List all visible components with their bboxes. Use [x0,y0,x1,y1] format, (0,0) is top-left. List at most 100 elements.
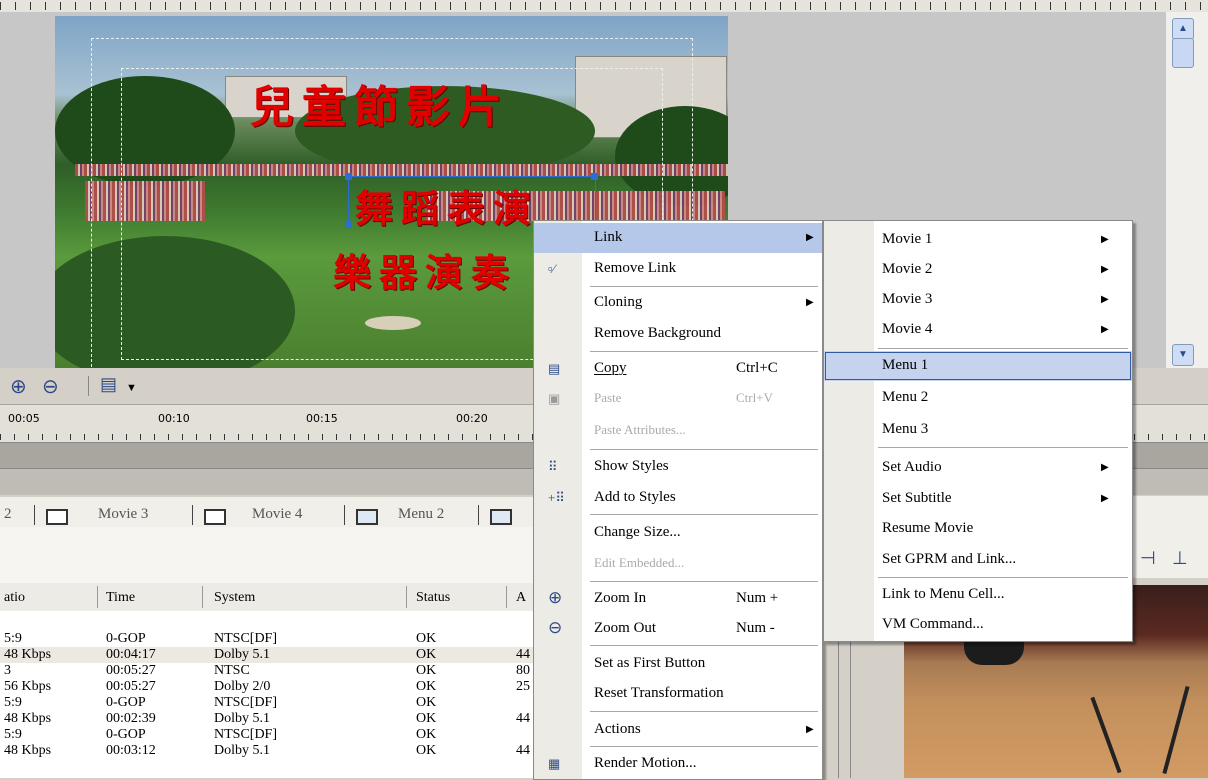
column-header-time[interactable]: Time [106,590,135,606]
column-divider[interactable] [202,586,203,608]
menu-item-remove-background[interactable]: Remove Background [534,319,822,349]
submenu-item-link-to-menu-cell[interactable]: Link to Menu Cell... [824,580,1132,610]
column-header-system[interactable]: System [214,590,255,606]
column-divider[interactable] [406,586,407,608]
menu-shortcut: Ctrl+V [736,390,773,405]
menu-item-label: Menu 2 [882,389,929,405]
table-row[interactable]: 5:9 0-GOP NTSC[DF] OK [0,695,560,711]
title-text[interactable]: 兒童節影片 [250,71,510,135]
menu-item-zoom-out[interactable]: ⊖ Zoom Out Num - [534,614,822,644]
menu-item-label: Set GPRM and Link... [882,551,1017,567]
submenu-item-menu-2[interactable]: Menu 2 [824,383,1132,413]
submenu-item-menu-1[interactable]: Menu 1 [824,351,1132,381]
menu-item-label: Movie 4 [882,321,933,337]
cell-status: OK [416,711,437,726]
menu-item-render-motion[interactable]: ▦ Render Motion... [534,749,822,779]
submenu-item-vm-command[interactable]: VM Command... [824,610,1132,640]
resize-handle[interactable] [345,221,352,228]
menu-item-change-size[interactable]: Change Size... [534,518,822,548]
table-row[interactable]: 5:9 0-GOP NTSC[DF] OK [0,727,560,743]
cell-time: 00:04:17 [106,647,156,662]
scroll-down-icon[interactable]: ▼ [1172,344,1194,366]
menu-item-cloning[interactable]: Cloning ▶ [534,288,822,318]
menu-item-label: Zoom Out [594,620,657,636]
menu-shortcut: Num + [736,590,779,606]
cell-time: 00:02:39 [106,711,156,726]
menu-item-show-styles[interactable]: ⠿ Show Styles [534,452,822,482]
menu-item-add-to-styles[interactable]: +⠿ Add to Styles [534,483,822,513]
button-text-instrument[interactable]: 樂器演奏 [333,242,517,297]
column-divider[interactable] [97,586,98,608]
menu-item-label: Link [594,229,623,245]
cell-status: OK [416,743,437,758]
tab-movie-4[interactable]: Movie 4 [252,506,302,523]
menu-item-label: Show Styles [594,458,669,474]
align-icon[interactable]: ⊣ [1140,548,1156,569]
scroll-thumb[interactable] [1172,38,1194,68]
menu-item-label: Remove Background [594,325,722,341]
cell-status: OK [416,631,437,646]
submenu-item-set-audio[interactable]: Set Audio ▶ [824,453,1132,483]
button-text-dance[interactable]: 舞蹈表演 [355,178,539,233]
column-header-a[interactable]: A [516,590,526,606]
submenu-item-set-subtitle[interactable]: Set Subtitle ▶ [824,484,1132,514]
cell-status: OK [416,727,437,742]
menu-item-copy[interactable]: ▤ Copy Ctrl+C [534,354,822,384]
chevron-down-icon[interactable]: ▼ [126,382,137,394]
table-row[interactable]: 48 Kbps 00:03:12 Dolby 5.1 OK 44 [0,743,560,759]
submenu-item-movie-1[interactable]: Movie 1 ▶ [824,225,1132,255]
table-row[interactable]: 3 00:05:27 NTSC OK 80 [0,663,560,679]
column-header-status[interactable]: Status [416,590,450,606]
zoom-out-icon[interactable]: ⊖ [42,374,59,399]
submenu-item-movie-4[interactable]: Movie 4 ▶ [824,315,1132,345]
menu-separator [590,711,818,712]
tab-movie-3[interactable]: Movie 3 [98,506,148,523]
menu-item-paste[interactable]: ▣ Paste Ctrl+V [534,384,822,414]
table-row[interactable]: 5:9 0-GOP NTSC[DF] OK [0,631,560,647]
menu-item-label: Actions [594,721,641,737]
distribute-icon[interactable]: ⊥ [1172,548,1188,569]
submenu-item-movie-2[interactable]: Movie 2 ▶ [824,255,1132,285]
table-row[interactable]: 48 Kbps 00:04:17 Dolby 5.1 OK 44 [0,647,560,663]
cell-ratio: 48 Kbps [4,711,52,726]
tab-partial[interactable]: 2 [4,506,12,523]
menu-item-edit-embedded[interactable]: Edit Embedded... [534,549,822,579]
table-row[interactable]: 48 Kbps 00:02:39 Dolby 5.1 OK 44 [0,711,560,727]
resize-handle[interactable] [591,173,598,180]
menu-item-zoom-in[interactable]: ⊕ Zoom In Num + [534,584,822,614]
submenu-arrow-icon: ▶ [806,724,814,735]
column-header-ratio[interactable]: atio [4,590,25,606]
submenu-arrow-icon: ▶ [1101,264,1109,275]
cell-system: NTSC[DF] [214,631,278,646]
submenu-arrow-icon: ▶ [1101,493,1109,504]
cell-time: 00:03:12 [106,743,156,758]
submenu-item-movie-3[interactable]: Movie 3 ▶ [824,285,1132,315]
menu-item-link[interactable]: Link ▶ [534,223,822,253]
menu-separator [590,449,818,450]
column-divider[interactable] [506,586,507,608]
submenu-item-menu-3[interactable]: Menu 3 [824,415,1132,445]
table-row[interactable]: 56 Kbps 00:05:27 Dolby 2/0 OK 25 [0,679,560,695]
submenu-arrow-icon: ▶ [806,232,814,243]
cell-time: 0-GOP [106,727,146,742]
menu-item-remove-link[interactable]: ▫⁄ Remove Link [534,254,822,284]
tab-menu-2[interactable]: Menu 2 [398,506,444,523]
menu-item-set-first-button[interactable]: Set as First Button [534,649,822,679]
scroll-up-icon[interactable]: ▲ [1172,18,1194,40]
tab-divider [34,505,35,525]
copy-format-icon[interactable]: ▤ [100,374,117,395]
tab-divider [344,505,345,525]
cell-system: NTSC[DF] [214,727,278,742]
cell-system: NTSC [214,663,250,678]
menu-item-reset-transformation[interactable]: Reset Transformation [534,679,822,709]
add-styles-icon: +⠿ [548,490,565,505]
submenu-arrow-icon: ▶ [1101,294,1109,305]
menu-item-actions[interactable]: Actions ▶ [534,715,822,745]
zoom-in-icon[interactable]: ⊕ [10,374,27,399]
paste-icon: ▣ [548,391,561,406]
resize-handle[interactable] [345,173,352,180]
cell-time: 0-GOP [106,695,146,710]
submenu-item-set-gprm[interactable]: Set GPRM and Link... [824,545,1132,575]
submenu-item-resume-movie[interactable]: Resume Movie [824,514,1132,544]
menu-item-paste-attributes[interactable]: Paste Attributes... [534,416,822,446]
